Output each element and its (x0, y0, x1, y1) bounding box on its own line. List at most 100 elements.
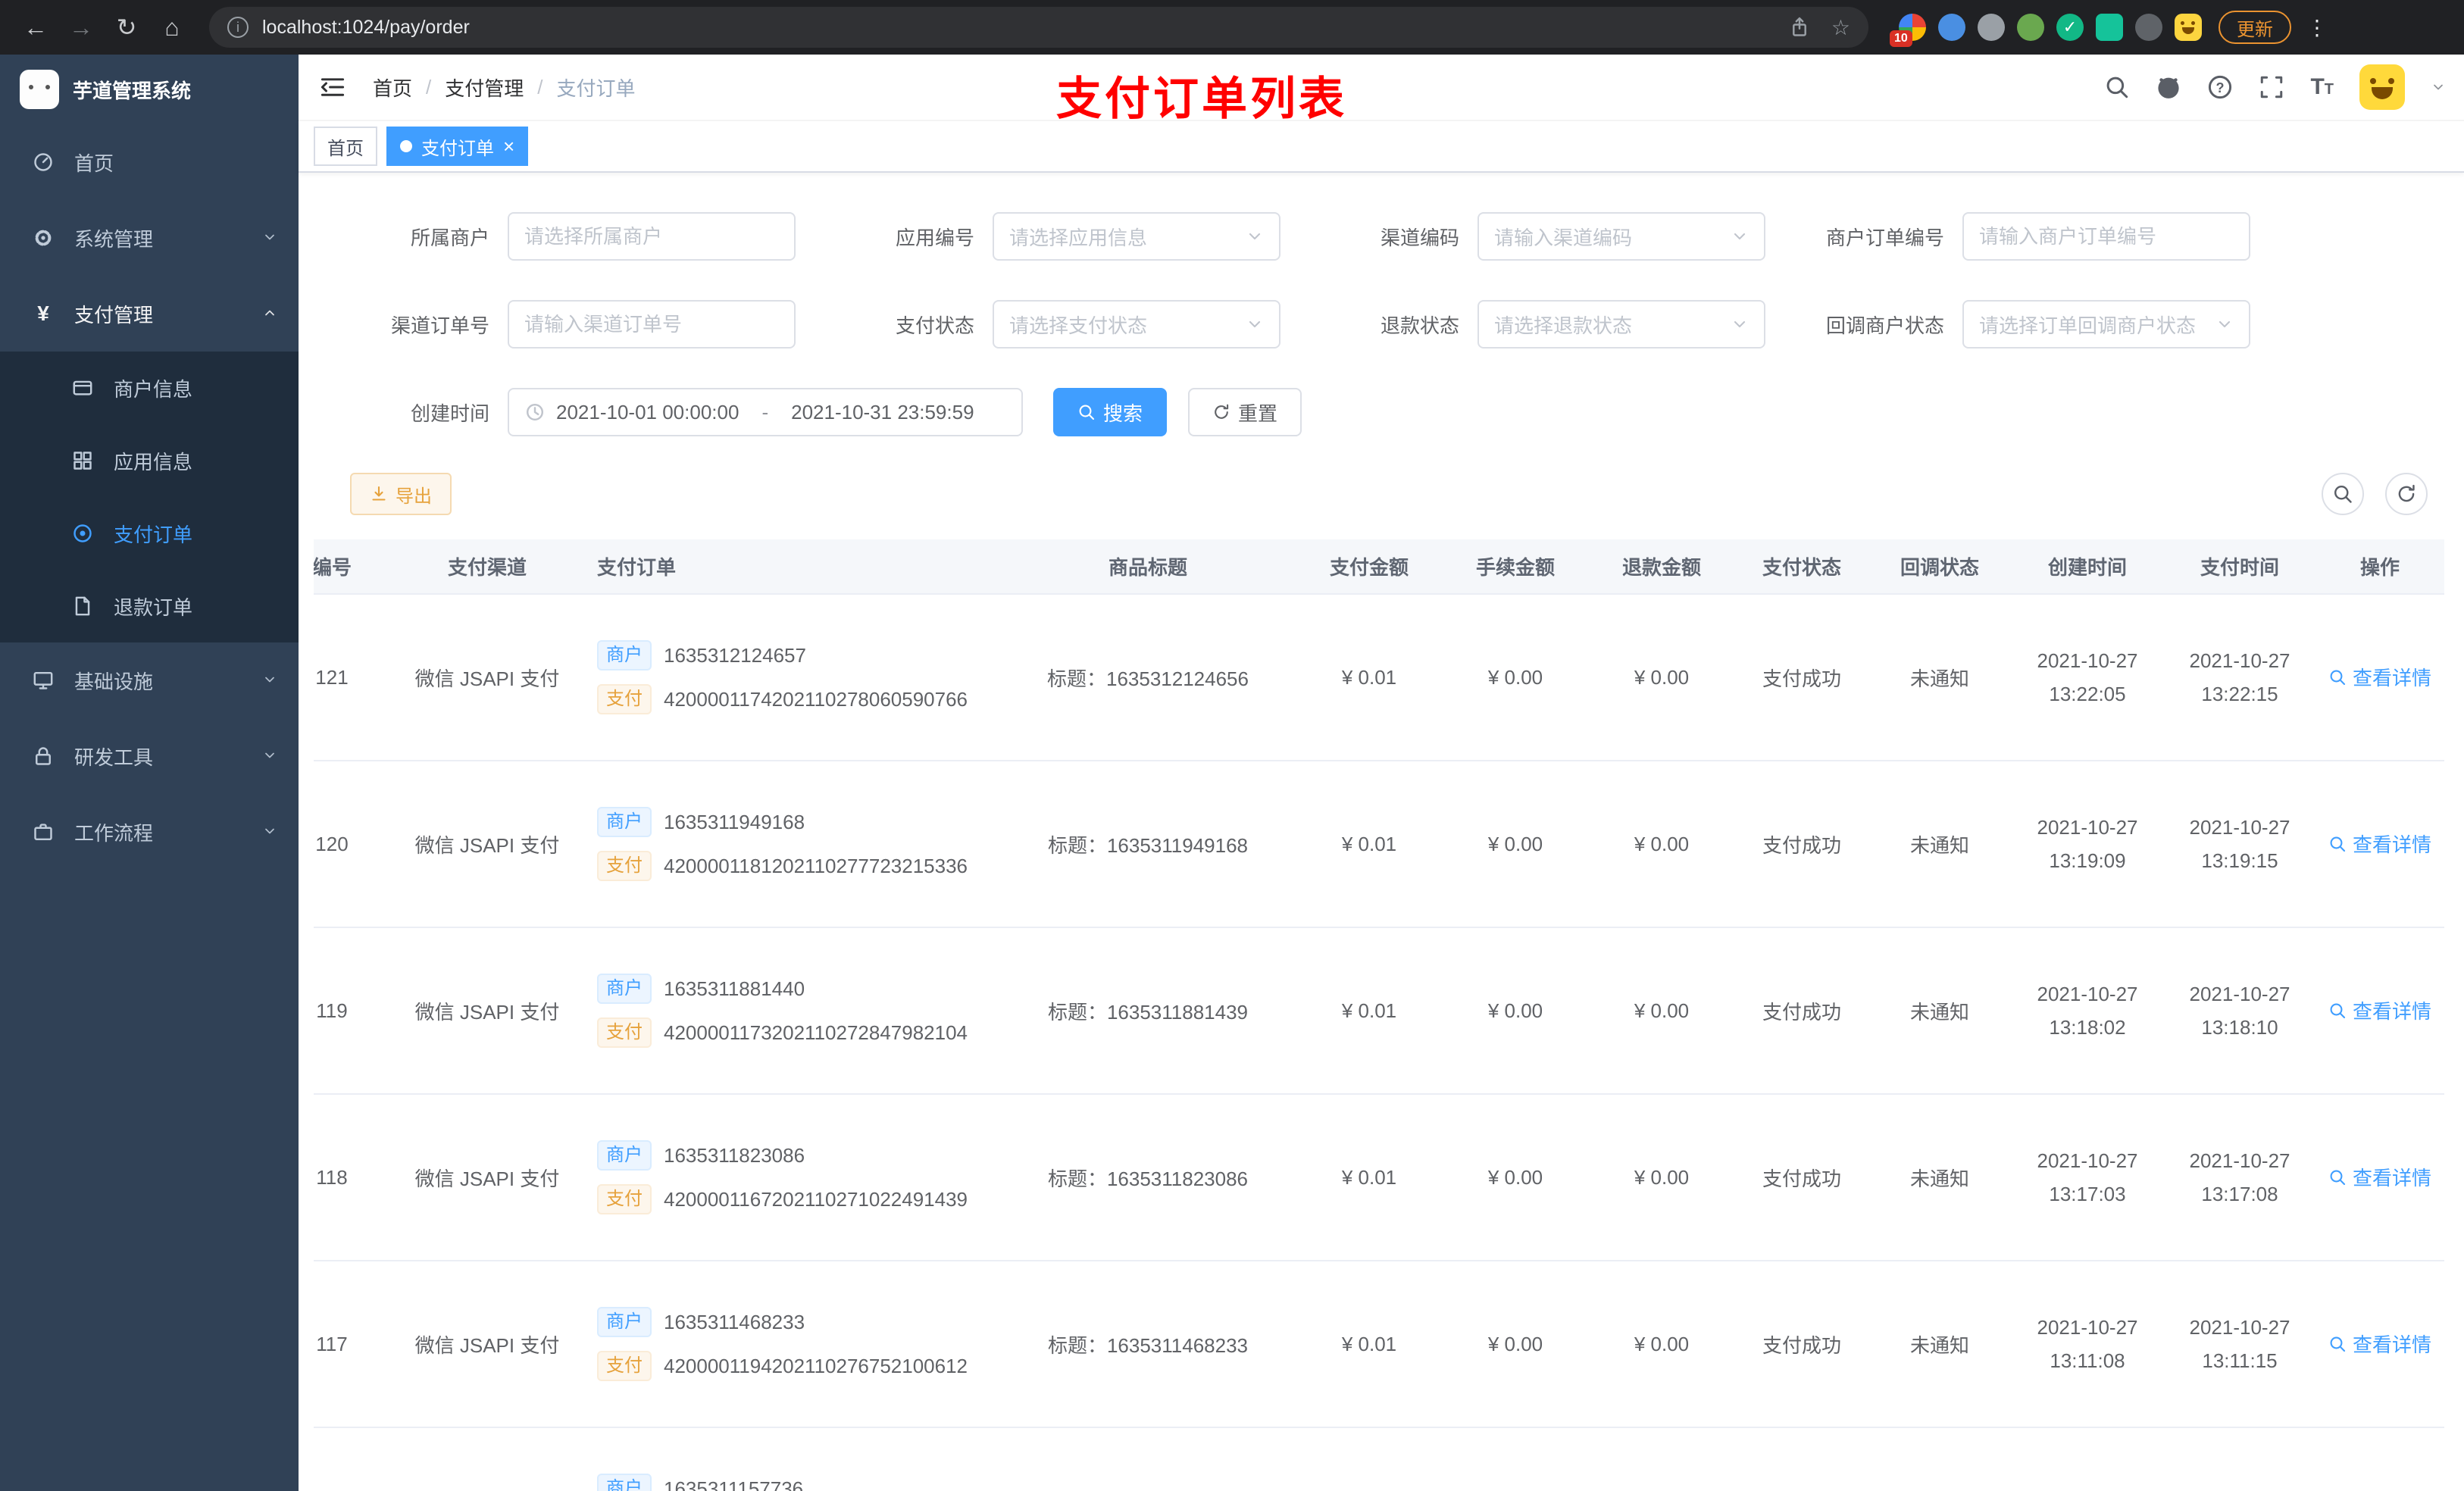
extension-badge: 10 (1890, 30, 1912, 47)
merchant-tag: 商户 (597, 1474, 652, 1491)
extension-icon-6[interactable] (2096, 14, 2123, 41)
help-icon[interactable] (2207, 74, 2233, 100)
font-size-icon[interactable]: TT (2310, 74, 2334, 100)
avatar-caret-icon[interactable] (2431, 80, 2446, 95)
filter-label: 商户订单编号 (1825, 226, 1944, 249)
cell-pay-channel: 微信 JSAPI 支付 (392, 1261, 582, 1428)
chevron-down-icon (262, 821, 277, 844)
channel-pay-no: 4200001181202110277723215336 (664, 854, 968, 877)
select-placeholder: 请选择退款状态 (1494, 314, 1633, 337)
date-range-end[interactable]: 2021-10-31 23:59:59 (791, 401, 974, 424)
url-text[interactable]: localhost:1024/pay/order (262, 17, 470, 39)
extension-icon-5[interactable] (2056, 14, 2084, 41)
tab-pay-order[interactable]: 支付订单 × (386, 127, 529, 166)
cell-id: 120 (314, 761, 392, 928)
search-icon[interactable] (2104, 74, 2130, 100)
cell-paid-time: 2021-10-27 13:11:15 (2164, 1261, 2315, 1428)
gear-icon (30, 227, 56, 248)
logo-title: 芋道管理系统 (73, 79, 192, 102)
breadcrumb-payment[interactable]: 支付管理 (445, 73, 524, 102)
cell-id: 118 (314, 1094, 392, 1261)
browser-reload-button[interactable]: ↻ (106, 7, 147, 48)
extension-icon-2[interactable] (1938, 14, 1965, 41)
merchant-tag: 商户 (597, 640, 652, 670)
browser-back-button[interactable]: ← (15, 7, 56, 48)
refresh-table-icon[interactable] (2385, 473, 2428, 515)
browser-menu-icon[interactable]: ⋮ (2306, 15, 2329, 40)
cell-fee: ¥ 0.00 (1443, 594, 1588, 761)
date-range-start[interactable]: 2021-10-01 00:00:00 (556, 401, 739, 424)
refund-status-select[interactable]: 请选择退款状态 (1477, 300, 1765, 349)
github-icon[interactable] (2156, 74, 2181, 100)
search-button[interactable]: 搜索 (1053, 388, 1168, 436)
sidebar-item-system[interactable]: 系统管理 (0, 200, 299, 276)
sidebar: 芋道管理系统 首页 系统管理 ¥ 支付管理 商户信息 应用信息 支付订单 退款订… (0, 55, 299, 1491)
view-detail-link[interactable]: 查看详情 (2328, 996, 2431, 1024)
toggle-search-icon[interactable] (2322, 473, 2364, 515)
channel-order-no-input[interactable] (508, 300, 796, 349)
owner-merchant-input-field[interactable] (524, 224, 779, 248)
fullscreen-icon[interactable] (2259, 74, 2284, 100)
sidebar-item-devtools[interactable]: 研发工具 (0, 718, 299, 794)
channel-code-select[interactable]: 请输入渠道编码 (1477, 212, 1765, 261)
user-avatar[interactable] (2359, 64, 2405, 110)
extension-icon-3[interactable] (1978, 14, 2005, 41)
cell-pay-status: 支付成功 (1735, 1094, 1868, 1261)
col-pay-order: 支付订单 (582, 539, 1000, 595)
sidebar-item-home[interactable]: 首页 (0, 124, 299, 200)
col-created: 创建时间 (2011, 539, 2164, 595)
sidebar-item-payment[interactable]: ¥ 支付管理 (0, 276, 299, 352)
tab-close-icon[interactable]: × (503, 136, 514, 156)
chevron-down-icon (262, 745, 277, 768)
sidebar-item-pay-order[interactable]: 支付订单 (0, 497, 299, 570)
sidebar-item-infra[interactable]: 基础设施 (0, 642, 299, 718)
filter-create-time: 创建时间 2021-10-01 00:00:00 - 2021-10-31 23… (350, 388, 1023, 436)
sidebar-fold-icon[interactable] (320, 74, 346, 100)
callback-status-select[interactable]: 请选择订单回调商户状态 (1962, 300, 2250, 349)
bookmark-star-icon[interactable]: ☆ (1831, 15, 1850, 40)
view-detail-link[interactable]: 查看详情 (2328, 1163, 2431, 1191)
share-icon[interactable] (1789, 17, 1810, 38)
pay-status-select[interactable]: 请选择支付状态 (993, 300, 1280, 349)
view-detail-link[interactable]: 查看详情 (2328, 830, 2431, 858)
tab-home[interactable]: 首页 (314, 127, 377, 166)
site-info-icon[interactable]: i (227, 17, 249, 38)
export-button[interactable]: 导出 (350, 473, 452, 515)
channel-order-no-input-field[interactable] (524, 312, 779, 336)
cell-notify-status: 未通知 (1868, 594, 2011, 761)
sidebar-item-refund-order[interactable]: 退款订单 (0, 570, 299, 642)
logo-image (20, 70, 59, 109)
extension-icon-4[interactable] (2017, 14, 2044, 41)
merchant-order-no: 1635312124657 (664, 643, 806, 667)
channel-pay-no: 4200001167202110271022491439 (664, 1187, 968, 1211)
browser-profile-avatar[interactable] (2175, 14, 2202, 41)
view-detail-link[interactable]: 查看详情 (2328, 1330, 2431, 1358)
owner-merchant-input[interactable] (508, 212, 796, 261)
table-row: 商户 1635311157736 支付 查看详情 (314, 1427, 2444, 1491)
sidebar-item-merchant-info[interactable]: 商户信息 (0, 352, 299, 424)
cell-pay-channel (392, 1427, 582, 1491)
sidebar-item-workflow[interactable]: 工作流程 (0, 794, 299, 870)
address-bar[interactable]: i localhost:1024/pay/order ☆ (209, 7, 1868, 48)
breadcrumb-home[interactable]: 首页 (373, 73, 412, 102)
cell-action: 查看详情 (2315, 1094, 2444, 1261)
view-detail-link[interactable]: 查看详情 (2328, 663, 2431, 691)
table-row: 117 微信 JSAPI 支付 商户 1635311468233 支付 4200… (314, 1261, 2444, 1428)
col-id: 编号 (314, 539, 392, 595)
browser-forward-button[interactable]: → (61, 7, 102, 48)
table-body: 121 微信 JSAPI 支付 商户 1635312124657 支付 4200… (314, 594, 2444, 1491)
cell-created-time: 2021-10-27 13:17:03 (2011, 1094, 2164, 1261)
sidebar-item-app-info[interactable]: 应用信息 (0, 424, 299, 497)
cell-refund: ¥ 0.00 (1588, 1094, 1735, 1261)
merchant-order-no-input-field[interactable] (1979, 224, 2234, 248)
reset-button[interactable]: 重置 (1188, 388, 1302, 436)
extension-icon-1[interactable]: 10 (1890, 14, 1926, 47)
extensions-puzzle-icon[interactable] (2135, 14, 2162, 41)
cell-title (1000, 1427, 1296, 1491)
browser-home-button[interactable]: ⌂ (152, 7, 192, 48)
browser-update-button[interactable]: 更新 (2219, 11, 2291, 44)
app-no-select[interactable]: 请选择应用信息 (993, 212, 1280, 261)
merchant-order-no-input[interactable] (1962, 212, 2250, 261)
cell-action: 查看详情 (2315, 594, 2444, 761)
create-time-range-picker[interactable]: 2021-10-01 00:00:00 - 2021-10-31 23:59:5… (508, 388, 1023, 436)
